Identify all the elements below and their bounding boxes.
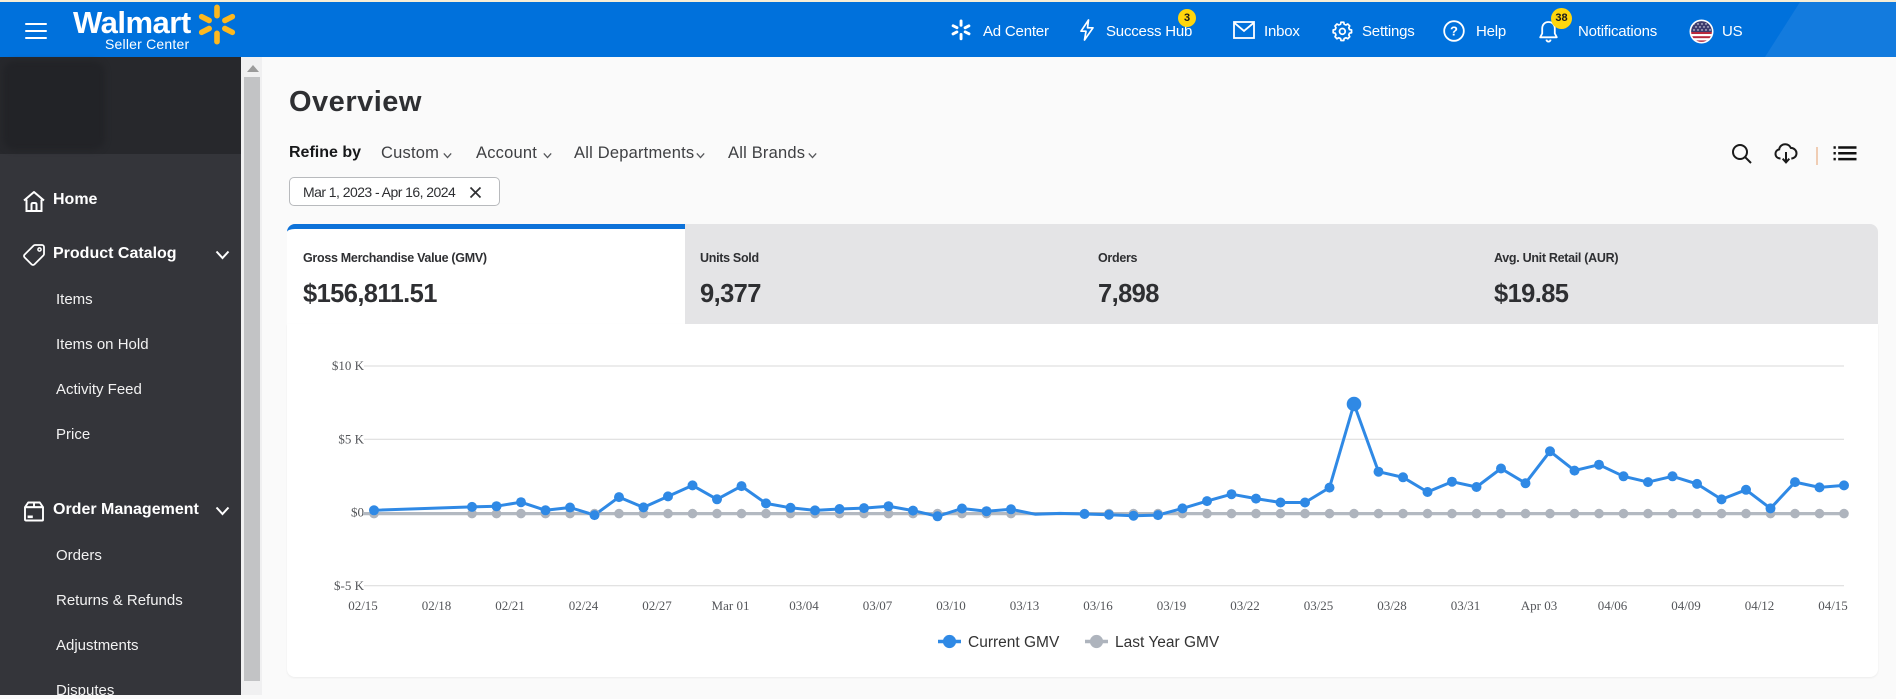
- svg-text:03/25: 03/25: [1304, 598, 1334, 613]
- svg-text:03/10: 03/10: [936, 598, 966, 613]
- svg-text:Current GMV: Current GMV: [968, 634, 1060, 651]
- svg-text:03/22: 03/22: [1230, 598, 1260, 613]
- svg-text:02/27: 02/27: [642, 598, 672, 613]
- svg-text:$10 K: $10 K: [332, 358, 365, 373]
- svg-text:$-5 K: $-5 K: [334, 578, 365, 593]
- svg-text:03/31: 03/31: [1451, 598, 1481, 613]
- svg-text:03/04: 03/04: [789, 598, 819, 613]
- svg-text:Last Year GMV: Last Year GMV: [1115, 634, 1220, 651]
- svg-text:03/13: 03/13: [1010, 598, 1040, 613]
- svg-text:04/06: 04/06: [1598, 598, 1628, 613]
- svg-text:04/12: 04/12: [1745, 598, 1775, 613]
- svg-text:?: ?: [1450, 24, 1458, 39]
- svg-text:Mar 01: Mar 01: [712, 598, 750, 613]
- svg-text:02/18: 02/18: [422, 598, 452, 613]
- svg-text:03/19: 03/19: [1157, 598, 1187, 613]
- svg-text:03/16: 03/16: [1083, 598, 1113, 613]
- svg-text:Apr 03: Apr 03: [1521, 598, 1557, 613]
- svg-text:03/07: 03/07: [863, 598, 893, 613]
- svg-text:02/15: 02/15: [348, 598, 378, 613]
- svg-text:04/09: 04/09: [1671, 598, 1701, 613]
- svg-text:02/21: 02/21: [495, 598, 525, 613]
- svg-text:04/15: 04/15: [1818, 598, 1848, 613]
- svg-text:02/24: 02/24: [569, 598, 599, 613]
- svg-text:03/28: 03/28: [1377, 598, 1407, 613]
- svg-text:$0: $0: [351, 505, 364, 520]
- svg-text:$5 K: $5 K: [338, 431, 364, 446]
